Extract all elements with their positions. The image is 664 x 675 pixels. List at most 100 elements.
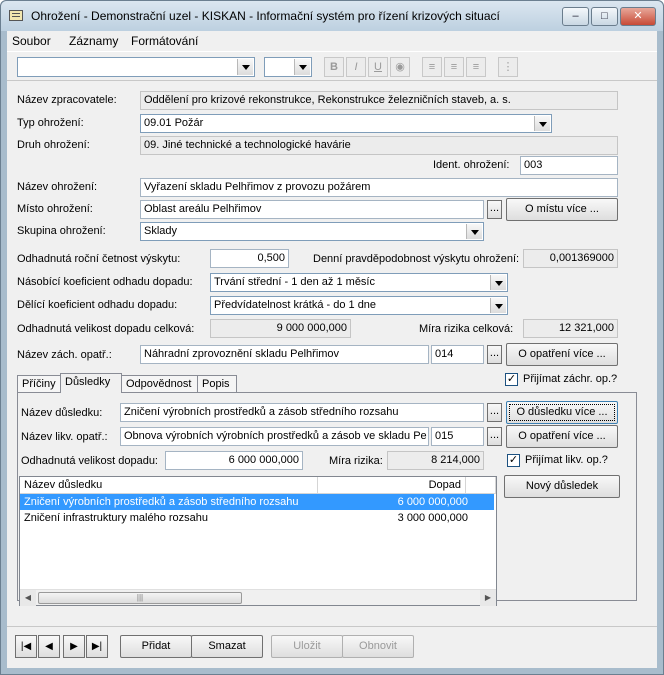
consequences-table[interactable]: Název důsledku Dopad Zničení výrobních p…: [19, 476, 497, 606]
group-select[interactable]: Sklady: [140, 222, 484, 241]
cell-consequence-name: Zničení infrastruktury malého rozsahu: [24, 512, 209, 524]
ident-label: Ident. ohrožení:: [433, 159, 510, 171]
accept-measure-label: Přijímat záchr. op.?: [523, 373, 618, 385]
minimize-button[interactable]: –: [562, 7, 589, 26]
measure-browse-button[interactable]: ...: [487, 345, 502, 364]
title-bar[interactable]: Ohrožení - Demonstrační uzel - KISKAN - …: [1, 1, 663, 31]
checkmark-icon: ✓: [505, 373, 518, 386]
menu-formatovani[interactable]: Formátování: [131, 34, 198, 48]
place-more-button[interactable]: O místu více ...: [506, 198, 618, 221]
window-title: Ohrožení - Demonstrační uzel - KISKAN - …: [31, 9, 500, 23]
measure-code-field[interactable]: 014: [431, 345, 484, 364]
chevron-down-icon: [490, 298, 506, 313]
processor-label: Název zpracovatele:: [17, 94, 117, 106]
liq-measure-label: Název likv. opatř.:: [21, 431, 108, 443]
risk-field: 8 214,000: [387, 451, 484, 470]
daily-prob-field: 0,001369000: [523, 249, 618, 268]
font-name-select[interactable]: [17, 57, 255, 77]
align-center-icon[interactable]: ≡: [444, 57, 464, 77]
place-label: Místo ohrožení:: [17, 203, 93, 215]
divisor-select[interactable]: Předvídatelnost krátká - do 1 dne: [210, 296, 508, 315]
bold-button[interactable]: B: [324, 57, 344, 77]
multiplier-select-value: Trvání střední - 1 den až 1 měsíc: [214, 276, 375, 288]
cell-consequence-impact: 3 000 000,000: [397, 512, 468, 524]
measure-more-button[interactable]: O opatření více ...: [506, 343, 618, 366]
liq-measure-more-button[interactable]: O opatření více ...: [506, 425, 618, 448]
first-record-icon[interactable]: |◀: [15, 635, 37, 658]
scroll-left-icon[interactable]: ◀: [20, 590, 36, 606]
table-row[interactable]: Zničení infrastruktury malého rozsahu 3 0…: [20, 510, 494, 526]
accept-measure-checkbox[interactable]: ✓ Přijímat záchr. op.?: [505, 373, 625, 387]
frequency-label: Odhadnutá roční četnost výskytu:: [17, 253, 181, 265]
type-select[interactable]: 09.01 Požár: [140, 114, 552, 133]
bullet-list-icon[interactable]: ⋮: [498, 57, 518, 77]
measure-field[interactable]: Náhradní zprovoznění skladu Pelhřimov: [140, 345, 429, 364]
table-row[interactable]: Zničení výrobních prostředků a zásob stř…: [20, 494, 494, 510]
impact-field[interactable]: 6 000 000,000: [165, 451, 303, 470]
place-field[interactable]: Oblast areálu Pelhřimov: [140, 200, 484, 219]
type-select-value: 09.01 Požár: [144, 117, 204, 129]
refresh-button[interactable]: Obnovit: [342, 635, 414, 658]
align-left-icon[interactable]: ≡: [422, 57, 442, 77]
ident-field[interactable]: 003: [520, 156, 618, 175]
horizontal-scrollbar[interactable]: ◀ ||| ▶: [20, 589, 496, 606]
tab-popis[interactable]: Popis: [197, 375, 237, 392]
chevron-down-icon: [237, 59, 253, 75]
maximize-button[interactable]: □: [591, 7, 618, 26]
underline-button[interactable]: U: [368, 57, 388, 77]
place-browse-button[interactable]: ...: [487, 200, 502, 219]
consequence-name-field[interactable]: Zničení výrobních prostředků a zásob stř…: [120, 403, 484, 422]
multiplier-select[interactable]: Trvání střední - 1 den až 1 měsíc: [210, 273, 508, 292]
add-button[interactable]: Přidat: [120, 635, 192, 658]
italic-button[interactable]: I: [346, 57, 366, 77]
scroll-right-icon[interactable]: ▶: [480, 590, 496, 606]
consequence-name-label: Název důsledku:: [21, 407, 103, 419]
column-header-filler: [466, 477, 496, 494]
risk-total-field: 12 321,000: [523, 319, 618, 338]
delete-button[interactable]: Smazat: [191, 635, 263, 658]
prev-record-icon[interactable]: ◀: [38, 635, 60, 658]
cell-consequence-impact: 6 000 000,000: [397, 496, 468, 508]
save-button[interactable]: Uložit: [271, 635, 343, 658]
tab-priciny[interactable]: Příčiny: [17, 375, 61, 392]
align-right-icon[interactable]: ≡: [466, 57, 486, 77]
tab-odpovednost[interactable]: Odpovědnost: [121, 375, 198, 392]
kind-field: 09. Jiné technické a technologické havár…: [140, 136, 618, 155]
accept-liq-label: Přijímat likv. op.?: [525, 454, 608, 466]
chevron-down-icon: [466, 224, 482, 239]
font-size-select[interactable]: [264, 57, 312, 77]
name-label: Název ohrožení:: [17, 181, 98, 193]
close-button[interactable]: ✕: [620, 7, 656, 26]
divisor-label: Dělící koeficient odhadu dopadu:: [17, 299, 178, 311]
app-window: Ohrožení - Demonstrační uzel - KISKAN - …: [0, 0, 664, 675]
format-toolbar: B I U ◉ ≡ ≡ ≡ ⋮: [7, 51, 657, 81]
next-record-icon[interactable]: ▶: [63, 635, 85, 658]
impact-total-field: 9 000 000,000: [210, 319, 351, 338]
liq-measure-browse-button[interactable]: ...: [487, 427, 502, 446]
new-consequence-button[interactable]: Nový důsledek: [504, 475, 620, 498]
record-navigation-bar: |◀ ◀ ▶ ▶| Přidat Smazat Uložit Obnovit: [7, 626, 657, 668]
liq-measure-field[interactable]: Obnova výrobních výrobních prostředků a …: [120, 427, 429, 446]
scroll-thumb[interactable]: |||: [38, 592, 242, 604]
processor-field: Oddělení pro krizové rekonstrukce, Rekon…: [140, 91, 618, 110]
risk-total-label: Míra rizika celková:: [419, 323, 514, 335]
column-header-impact[interactable]: Dopad: [318, 477, 466, 494]
measure-label: Název zách. opatř.:: [17, 349, 112, 361]
tab-dusledky[interactable]: Důsledky: [60, 373, 122, 393]
color-palette-icon[interactable]: ◉: [390, 57, 410, 77]
name-field[interactable]: Vyřazení skladu Pelhřimov z provozu požá…: [140, 178, 618, 197]
accept-liq-checkbox[interactable]: ✓ Přijímat likv. op.?: [507, 454, 627, 468]
column-header-name[interactable]: Název důsledku: [20, 477, 318, 494]
menu-zaznamy[interactable]: Záznamy: [69, 34, 118, 48]
type-label: Typ ohrožení:: [17, 117, 84, 129]
consequence-browse-button[interactable]: ...: [487, 403, 502, 422]
chevron-down-icon: [534, 116, 550, 131]
cell-consequence-name: Zničení výrobních prostředků a zásob stř…: [24, 496, 299, 508]
impact-total-label: Odhadnutá velikost dopadu celková:: [17, 323, 195, 335]
liq-measure-code-field[interactable]: 015: [431, 427, 484, 446]
menu-soubor[interactable]: Soubor: [12, 34, 51, 48]
last-record-icon[interactable]: ▶|: [86, 635, 108, 658]
frequency-field[interactable]: 0,500: [210, 249, 289, 268]
consequence-more-button[interactable]: O důsledku více ...: [506, 401, 618, 424]
group-label: Skupina ohrožení:: [17, 225, 106, 237]
